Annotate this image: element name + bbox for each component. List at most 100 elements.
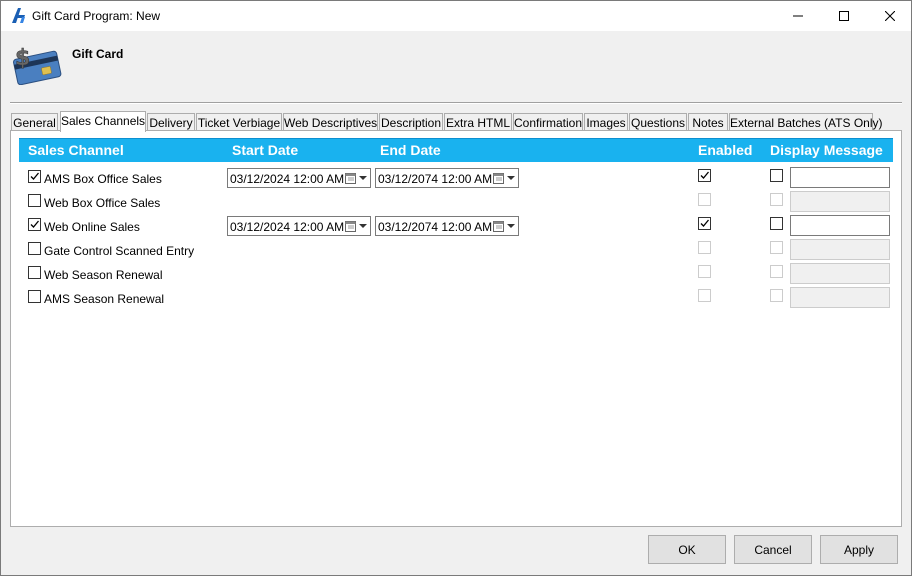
tab-label: General — [13, 116, 56, 130]
tab-notes[interactable]: Notes — [688, 113, 728, 131]
start-date-picker[interactable]: 03/12/2024 12:00 AM — [227, 168, 371, 188]
end-date-picker[interactable]: 03/12/2074 12:00 AM — [375, 216, 519, 236]
channel-checkbox[interactable] — [28, 266, 41, 279]
tab-label: Web Descriptives — [284, 116, 378, 130]
channel-label: AMS Box Office Sales — [44, 172, 162, 186]
grid-header: Sales Channel Start Date End Date Enable… — [19, 138, 893, 162]
tab-label: Images — [586, 116, 626, 130]
end-date-picker[interactable]: 03/12/2074 12:00 AM — [375, 168, 519, 188]
channel-row: AMS Season Renewal — [11, 284, 901, 308]
tab-confirmation[interactable]: Confirmation — [513, 113, 583, 131]
column-header-sales-channel: Sales Channel — [28, 142, 124, 158]
tab-label: Delivery — [149, 116, 193, 130]
tab-general[interactable]: General — [11, 113, 58, 131]
channel-label: Web Box Office Sales — [44, 196, 161, 210]
ok-button[interactable]: OK — [648, 535, 726, 564]
enabled-checkbox — [698, 265, 711, 278]
display-message-checkbox — [770, 193, 783, 206]
checkmark-icon — [700, 171, 709, 179]
chevron-down-icon — [359, 176, 367, 180]
header-area: $ Gift Card — [1, 31, 911, 99]
tab-external-batches[interactable]: External Batches (ATS Only) — [729, 113, 883, 131]
display-message-input — [790, 191, 890, 212]
channel-label: Web Online Sales — [44, 220, 140, 234]
chevron-down-icon — [507, 176, 515, 180]
start-date-value: 03/12/2024 12:00 AM — [230, 220, 345, 234]
title-bar: Gift Card Program: New — [1, 1, 911, 31]
checkmark-icon — [30, 172, 39, 180]
channel-checkbox[interactable] — [28, 242, 41, 255]
maximize-button[interactable] — [821, 1, 867, 31]
tab-label: Questions — [630, 116, 686, 130]
chevron-down-icon — [507, 224, 515, 228]
minimize-button[interactable] — [775, 1, 821, 31]
tab-label: Description — [380, 116, 442, 130]
display-message-input[interactable] — [790, 167, 890, 188]
enabled-checkbox[interactable] — [698, 217, 711, 230]
channel-checkbox[interactable] — [28, 218, 41, 231]
display-message-input — [790, 287, 890, 308]
tab-delivery[interactable]: Delivery — [147, 113, 195, 131]
gift-card-program-window: Gift Card Program: New $ Gift Card Gener… — [0, 0, 912, 576]
tab-label: Notes — [692, 116, 724, 130]
tab-images[interactable]: Images — [584, 113, 628, 131]
apply-label: Apply — [843, 542, 875, 557]
end-date-value: 03/12/2074 12:00 AM — [378, 220, 493, 234]
channel-checkbox[interactable] — [28, 170, 41, 183]
window-title: Gift Card Program: New — [32, 9, 161, 23]
tab-web-descriptives[interactable]: Web Descriptives — [283, 113, 378, 131]
column-header-start-date: Start Date — [232, 142, 299, 158]
tab-questions[interactable]: Questions — [629, 113, 687, 131]
enabled-checkbox — [698, 193, 711, 206]
apply-button[interactable]: Apply — [820, 535, 898, 564]
close-button[interactable] — [867, 1, 912, 31]
calendar-icon — [345, 221, 356, 232]
channel-row: Web Online Sales 03/12/2024 12:00 AM 03/… — [11, 212, 901, 236]
tab-extra-html[interactable]: Extra HTML — [444, 113, 512, 131]
channel-label: Gate Control Scanned Entry — [44, 244, 195, 258]
chevron-down-icon — [359, 224, 367, 228]
gift-card-icon: $ — [13, 46, 62, 85]
minimize-icon — [793, 15, 803, 17]
tab-ticket-verbiage[interactable]: Ticket Verbiage — [196, 113, 282, 131]
channel-checkbox[interactable] — [28, 290, 41, 303]
display-message-checkbox — [770, 289, 783, 302]
start-date-picker[interactable]: 03/12/2024 12:00 AM — [227, 216, 371, 236]
sales-channels-panel: Sales Channel Start Date End Date Enable… — [10, 130, 902, 527]
display-message-checkbox — [770, 241, 783, 254]
column-header-display-message: Display Message — [770, 142, 883, 158]
cancel-button[interactable]: Cancel — [734, 535, 812, 564]
page-title: Gift Card — [72, 47, 124, 61]
tab-label: Ticket Verbiage — [197, 116, 281, 130]
tab-label: Confirmation — [514, 116, 583, 130]
display-message-checkbox[interactable] — [770, 217, 783, 230]
ok-label: OK — [678, 542, 696, 557]
start-date-value: 03/12/2024 12:00 AM — [230, 172, 345, 186]
enabled-checkbox[interactable] — [698, 169, 711, 182]
display-message-input — [790, 239, 890, 260]
calendar-icon — [493, 221, 504, 232]
display-message-checkbox — [770, 265, 783, 278]
maximize-icon — [839, 11, 849, 21]
channel-row: Web Season Renewal — [11, 260, 901, 284]
checkmark-icon — [700, 219, 709, 227]
channel-label: AMS Season Renewal — [44, 292, 165, 306]
tab-label: External Batches (ATS Only) — [730, 116, 883, 130]
column-header-end-date: End Date — [380, 142, 441, 158]
display-message-input[interactable] — [790, 215, 890, 236]
app-logo-icon — [12, 8, 25, 23]
tab-sales-channels[interactable]: Sales Channels — [60, 111, 146, 132]
channel-checkbox[interactable] — [28, 194, 41, 207]
calendar-icon — [493, 173, 504, 184]
channel-row: Gate Control Scanned Entry — [11, 236, 901, 260]
tab-label: Sales Channels — [61, 114, 146, 128]
checkmark-icon — [30, 220, 39, 228]
tab-description[interactable]: Description — [379, 113, 443, 131]
channel-row: Web Box Office Sales — [11, 188, 901, 212]
svg-text:$: $ — [15, 46, 30, 71]
channel-row: AMS Box Office Sales 03/12/2024 12:00 AM… — [11, 164, 901, 188]
enabled-checkbox — [698, 289, 711, 302]
end-date-value: 03/12/2074 12:00 AM — [378, 172, 493, 186]
display-message-checkbox[interactable] — [770, 169, 783, 182]
calendar-icon — [345, 173, 356, 184]
